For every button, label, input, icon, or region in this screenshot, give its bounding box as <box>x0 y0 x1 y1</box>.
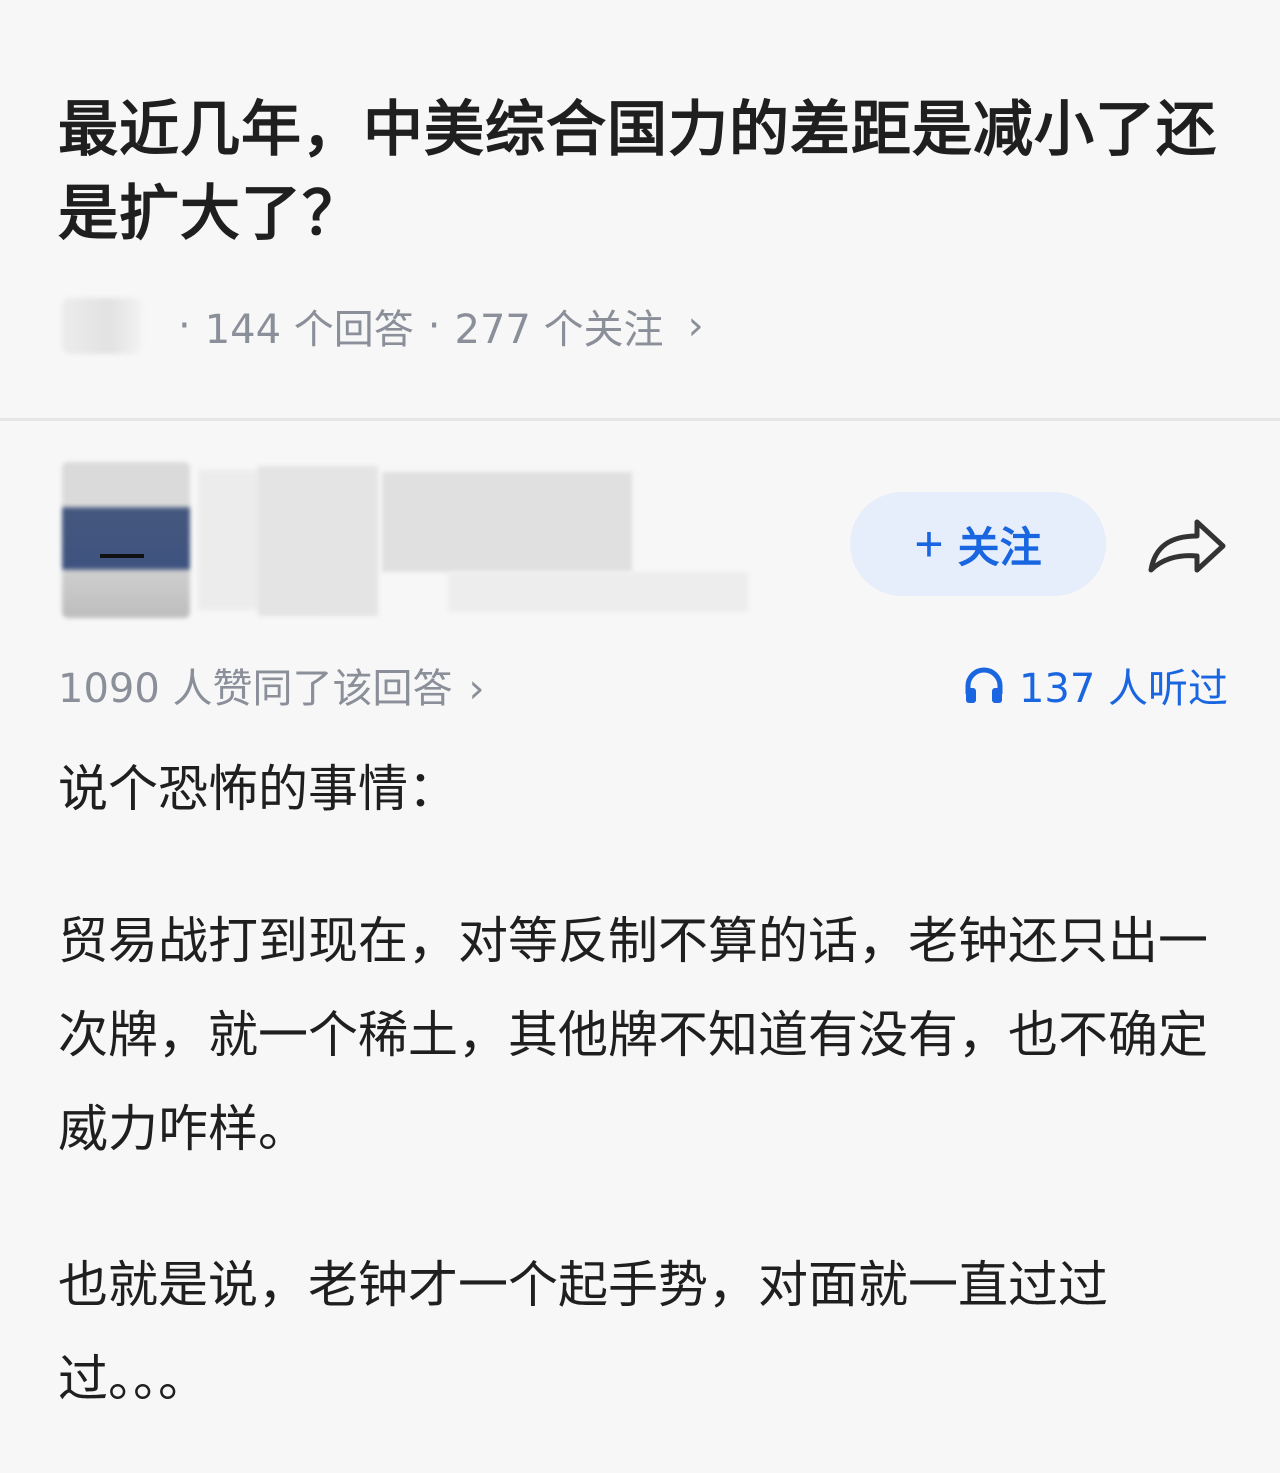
question-title[interactable]: 最近几年，中美综合国力的差距是减小了还是扩大了？ <box>58 88 1228 256</box>
plus-icon: + <box>914 516 944 572</box>
likes-text: 1090 人赞同了该回答 <box>58 666 453 712</box>
answer-body[interactable]: 说个恐怖的事情： 贸易战打到现在，对等反制不算的话，老钟还只出一次牌，就一个稀土… <box>58 742 1228 1426</box>
question-meta[interactable]: · 144 个回答 · 277 个关注 › <box>62 296 704 356</box>
share-arrow-icon[interactable] <box>1145 510 1229 580</box>
headphones-icon <box>965 667 1003 703</box>
answers-count: 144 个回答 <box>204 307 414 353</box>
author-bio-blurred <box>448 572 748 612</box>
follow-label: 关注 <box>957 523 1042 571</box>
author-name-blurred <box>382 472 632 572</box>
avatar-detail <box>100 554 144 558</box>
listens-summary[interactable]: 137 人听过 <box>963 656 1228 714</box>
answer-stats: 1090 人赞同了该回答 › 137 人听过 <box>58 650 1228 712</box>
follow-button[interactable]: + 关注 <box>850 492 1106 596</box>
listens-text: 137 人听过 <box>1018 666 1228 712</box>
question-header: 最近几年，中美综合国力的差距是减小了还是扩大了？ <box>58 88 1228 256</box>
answer-paragraph: 贸易战打到现在，对等反制不算的话，老钟还只出一次牌，就一个稀土，其他牌不知道有没… <box>58 912 1208 1158</box>
chevron-right-icon: › <box>687 303 704 349</box>
answer-paragraph: 说个恐怖的事情： <box>58 760 458 818</box>
separator-dot: · <box>178 303 191 349</box>
separator-dot: · <box>427 303 441 349</box>
chevron-right-icon: › <box>468 666 485 712</box>
asker-avatar-blurred <box>62 298 142 354</box>
followers-count: 277 个关注 <box>454 307 664 353</box>
author-name-blurred <box>258 466 378 616</box>
section-divider <box>0 418 1280 421</box>
answer-paragraph: 也就是说，老钟才一个起手势，对面就一直过过过。。。 <box>58 1256 1108 1408</box>
likes-summary[interactable]: 1090 人赞同了该回答 › <box>58 656 485 714</box>
author-avatar-blurred[interactable] <box>62 462 190 618</box>
